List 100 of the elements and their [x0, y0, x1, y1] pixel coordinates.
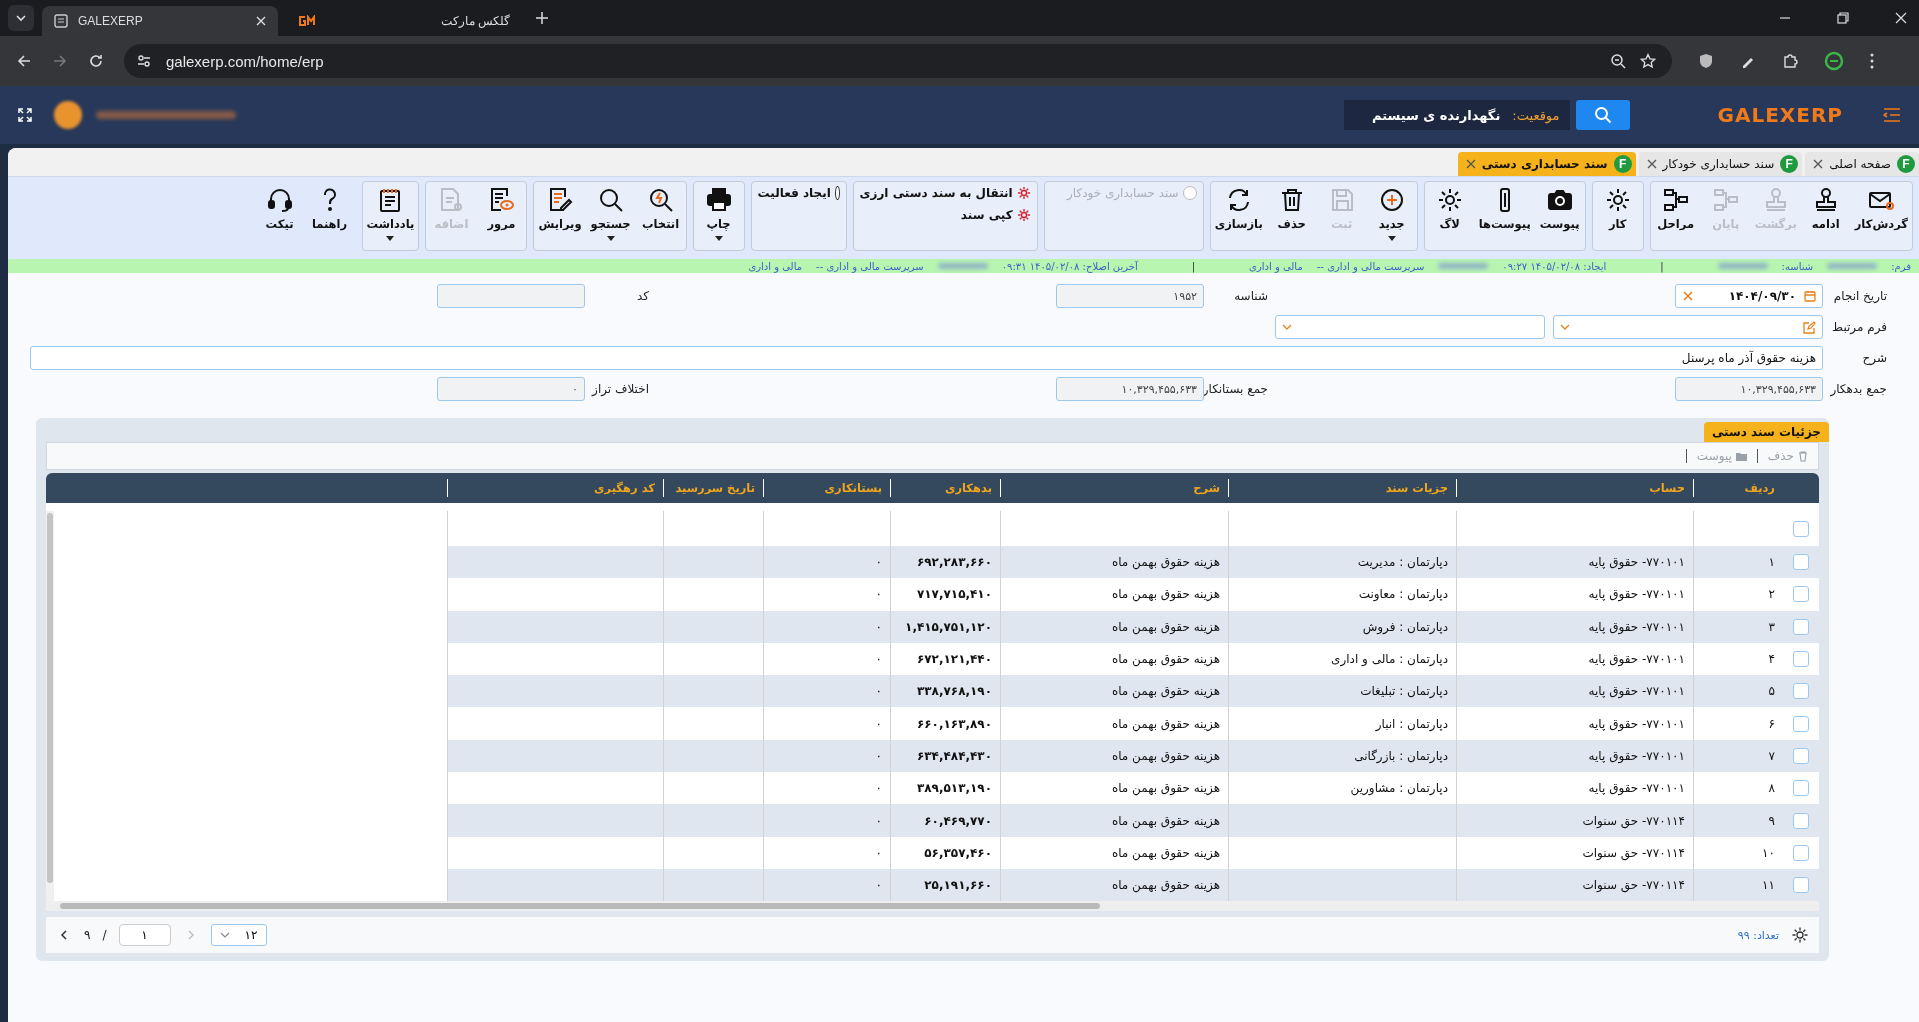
table-cell: ۶۷۲,۱۲۱,۴۴۰	[916, 652, 992, 667]
toolbar-button[interactable]: تیکت	[254, 182, 305, 250]
radio-option[interactable]: ایجاد فعالیت	[757, 186, 840, 200]
lookup-field[interactable]	[1553, 315, 1823, 339]
settings-icon[interactable]	[1791, 926, 1809, 945]
toolbar-button[interactable]: لاگ	[1424, 182, 1475, 250]
toolbar-button[interactable]: مراحل	[1650, 182, 1701, 250]
reload-icon[interactable]	[88, 53, 104, 69]
dropdown-icon[interactable]	[1560, 324, 1570, 330]
row-checkbox[interactable]	[1793, 715, 1809, 732]
location-field[interactable]: موقعیت: نگهدارنده ی سیستم	[1344, 100, 1570, 130]
toolbar-action[interactable]: انتقال به سند دستی ارزی	[859, 186, 1031, 200]
column-header[interactable]: تاریخ سررسید	[663, 479, 763, 497]
puzzle-icon[interactable]	[1782, 53, 1798, 69]
record-info-text: آخرین اصلاح: ۱۴۰۵/۰۲/۰۸ ۰۹:۳۱	[1001, 260, 1138, 272]
row-checkbox[interactable]	[1793, 618, 1809, 635]
table-cell: ۷۷۰۱۰۱- حقوق پایه	[1588, 716, 1685, 731]
next-page-icon[interactable]	[60, 930, 68, 941]
row-checkbox[interactable]	[1793, 812, 1809, 829]
column-header[interactable]: جزیات سند	[1228, 479, 1456, 497]
toolbar-button[interactable]: کار	[1592, 182, 1643, 250]
calendar-icon[interactable]	[1804, 290, 1816, 302]
profile-icon[interactable]	[1824, 51, 1844, 71]
row-checkbox[interactable]	[1793, 651, 1809, 668]
column-header[interactable]: بدهکاری	[890, 479, 1000, 497]
table-cell: ۱,۴۱۵,۷۵۱,۱۲۰	[905, 619, 992, 634]
restore-icon[interactable]	[1837, 12, 1849, 24]
toolbar-button[interactable]: ویرایش	[534, 182, 586, 250]
vertical-scrollbar[interactable]	[46, 511, 54, 902]
row-checkbox[interactable]	[1793, 747, 1809, 764]
toolbar-button[interactable]: جستجو	[585, 182, 636, 250]
browser-tab[interactable]: گلکس مارکت	[286, 6, 522, 36]
table-cell: ۲	[1768, 587, 1775, 602]
field-label: فرم مرتبط	[1831, 320, 1887, 334]
forward-icon[interactable]	[52, 53, 68, 69]
select-field[interactable]	[1275, 315, 1545, 339]
fullscreen-icon[interactable]	[18, 108, 32, 122]
table-cell: ۳۸۹,۵۱۳,۱۹۰	[916, 781, 992, 796]
table-cell: ۰	[875, 781, 882, 796]
toolbar-button[interactable]: پیوست‌ها	[1474, 182, 1535, 250]
description-field[interactable]: هزینه حقوق آذر ماه پرسنل	[30, 346, 1823, 370]
table-cell: ۱۱	[1762, 878, 1775, 893]
row-checkbox[interactable]	[1793, 844, 1809, 861]
row-checkbox[interactable]	[1793, 780, 1809, 797]
dropdown-icon[interactable]	[1282, 324, 1292, 330]
toolbar-button[interactable]: انتخاب	[635, 182, 686, 250]
row-checkbox[interactable]	[1793, 520, 1809, 537]
toolbar-action[interactable]: کپی سند	[859, 208, 1031, 222]
address-bar[interactable]: galexerp.com/home/erp	[124, 44, 1672, 78]
section-tab[interactable]: جزئیات سند دستی	[1703, 422, 1829, 442]
menu-icon[interactable]	[1883, 108, 1901, 122]
toolbar-button[interactable]: چاپ	[693, 182, 744, 250]
search-button[interactable]	[1575, 100, 1630, 130]
shield-icon[interactable]	[1698, 53, 1714, 69]
field-label: اختلاف تراز	[590, 382, 649, 396]
toolbar-button[interactable]: یادداشت	[362, 182, 419, 250]
site-settings-icon[interactable]	[136, 53, 152, 69]
row-checkbox[interactable]	[1793, 877, 1809, 894]
table-cell: دپارتمان : مالی و اداری	[1331, 652, 1448, 667]
table-cell: هزینه حقوق بهمن ماه	[1111, 716, 1220, 731]
field-label: جمع بدهکار	[1829, 382, 1887, 396]
table-cell: ۷۷۰۱۰۱- حقوق پایه	[1588, 619, 1685, 634]
page-size-select[interactable]: ۱۲	[210, 924, 267, 947]
column-header[interactable]: حساب	[1456, 479, 1693, 497]
bookmark-star-icon[interactable]	[1640, 53, 1656, 69]
field-label: تاریخ انجام	[1832, 289, 1887, 303]
toolbar-button[interactable]: جدید	[1366, 182, 1417, 250]
table-cell: هزینه حقوق بهمن ماه	[1111, 619, 1220, 634]
date-field[interactable]: ۱۴۰۴/۰۹/۳۰	[1675, 284, 1823, 308]
close-icon[interactable]	[1646, 159, 1657, 169]
column-header[interactable]: شرح	[1000, 479, 1228, 497]
more-icon[interactable]	[1870, 53, 1874, 69]
close-icon[interactable]	[1813, 159, 1824, 169]
toolbar-button[interactable]: مرور	[476, 182, 527, 250]
edit-icon[interactable]	[1803, 320, 1816, 334]
back-icon[interactable]	[16, 53, 32, 69]
toolbar-button[interactable]: حذف	[1266, 182, 1317, 250]
row-checkbox[interactable]	[1793, 586, 1809, 603]
toolbar-button[interactable]: راهنما	[304, 182, 355, 250]
table-cell: ۶۹۲,۲۸۳,۶۶۰	[916, 555, 992, 570]
clear-icon[interactable]	[1682, 290, 1694, 302]
table-cell: ۰	[875, 555, 882, 570]
horizontal-scrollbar[interactable]	[46, 901, 1819, 912]
row-checkbox[interactable]	[1793, 683, 1809, 700]
page-input[interactable]: ۱	[118, 924, 171, 947]
browser-tab[interactable]: GALEXERP	[42, 6, 278, 36]
toolbar-button[interactable]: گردش‌کار	[1850, 182, 1912, 250]
new-tab-icon[interactable]	[536, 12, 548, 24]
column-header[interactable]: بستانکاری	[763, 479, 890, 497]
column-header[interactable]: ردیف	[1693, 479, 1783, 497]
gear-icon	[1016, 186, 1031, 200]
column-header[interactable]: کد رهگیری	[447, 479, 663, 497]
table-cell: هزینه حقوق بهمن ماه	[1111, 587, 1220, 602]
toolbar-button[interactable]: ادامه	[1800, 182, 1851, 250]
printer-icon	[704, 186, 733, 214]
toolbar-button[interactable]: بازسازی	[1210, 182, 1267, 250]
zoom-icon[interactable]	[1610, 53, 1626, 69]
row-checkbox[interactable]	[1793, 554, 1809, 571]
toolbar-button[interactable]: پیوست	[1534, 182, 1585, 250]
tab-list-button[interactable]	[8, 5, 34, 31]
